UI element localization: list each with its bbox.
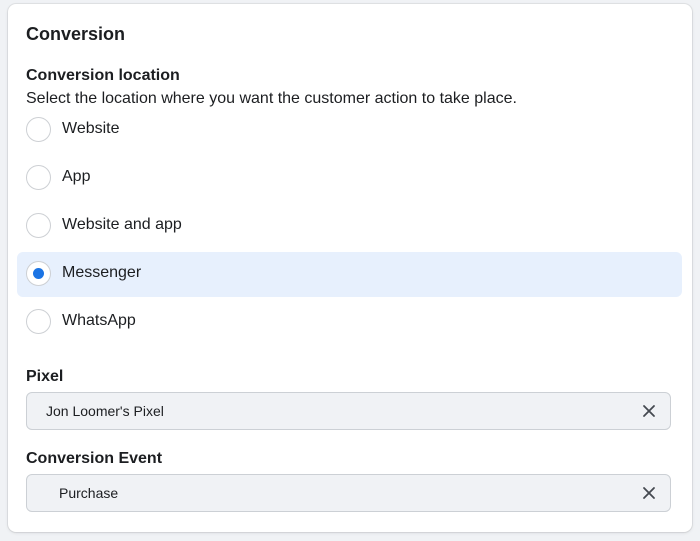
conversion-location-description: Select the location where you want the c… xyxy=(26,90,517,107)
conversion-location-label: Conversion location xyxy=(26,67,180,84)
conversion-event-label: Conversion Event xyxy=(26,450,163,467)
radio-option-label: Messenger xyxy=(62,264,142,281)
radio-button[interactable] xyxy=(26,309,51,334)
radio-option-label: WhatsApp xyxy=(62,312,136,329)
radio-option-website[interactable]: Website xyxy=(17,108,682,153)
conversion-event-select-value: Purchase xyxy=(59,485,119,501)
radio-button[interactable] xyxy=(26,117,51,142)
radio-option-whatsapp[interactable]: WhatsApp xyxy=(17,300,682,345)
radio-option-messenger[interactable]: Messenger xyxy=(17,252,682,297)
conversion-card: Conversion Conversion location Select th… xyxy=(8,4,692,532)
radio-selected-dot xyxy=(33,268,44,279)
radio-option-website-and-app[interactable]: Website and app xyxy=(17,204,682,249)
close-icon[interactable] xyxy=(642,486,656,500)
radio-option-label: App xyxy=(62,168,91,185)
radio-option-app[interactable]: App xyxy=(17,156,682,201)
conversion-event-select[interactable]: Purchase xyxy=(26,474,671,512)
pixel-select-value: Jon Loomer's Pixel xyxy=(46,403,164,419)
radio-button[interactable] xyxy=(26,165,51,190)
section-title: Conversion xyxy=(26,24,126,44)
pixel-label: Pixel xyxy=(26,368,64,385)
radio-button[interactable] xyxy=(26,213,51,238)
radio-button-selected[interactable] xyxy=(26,261,51,286)
close-icon[interactable] xyxy=(642,404,656,418)
conversion-location-radio-group: Website App Website and app Messenger Wh… xyxy=(17,108,682,348)
pixel-select[interactable]: Jon Loomer's Pixel xyxy=(26,392,671,430)
radio-option-label: Website xyxy=(62,120,120,137)
radio-option-label: Website and app xyxy=(62,216,182,233)
